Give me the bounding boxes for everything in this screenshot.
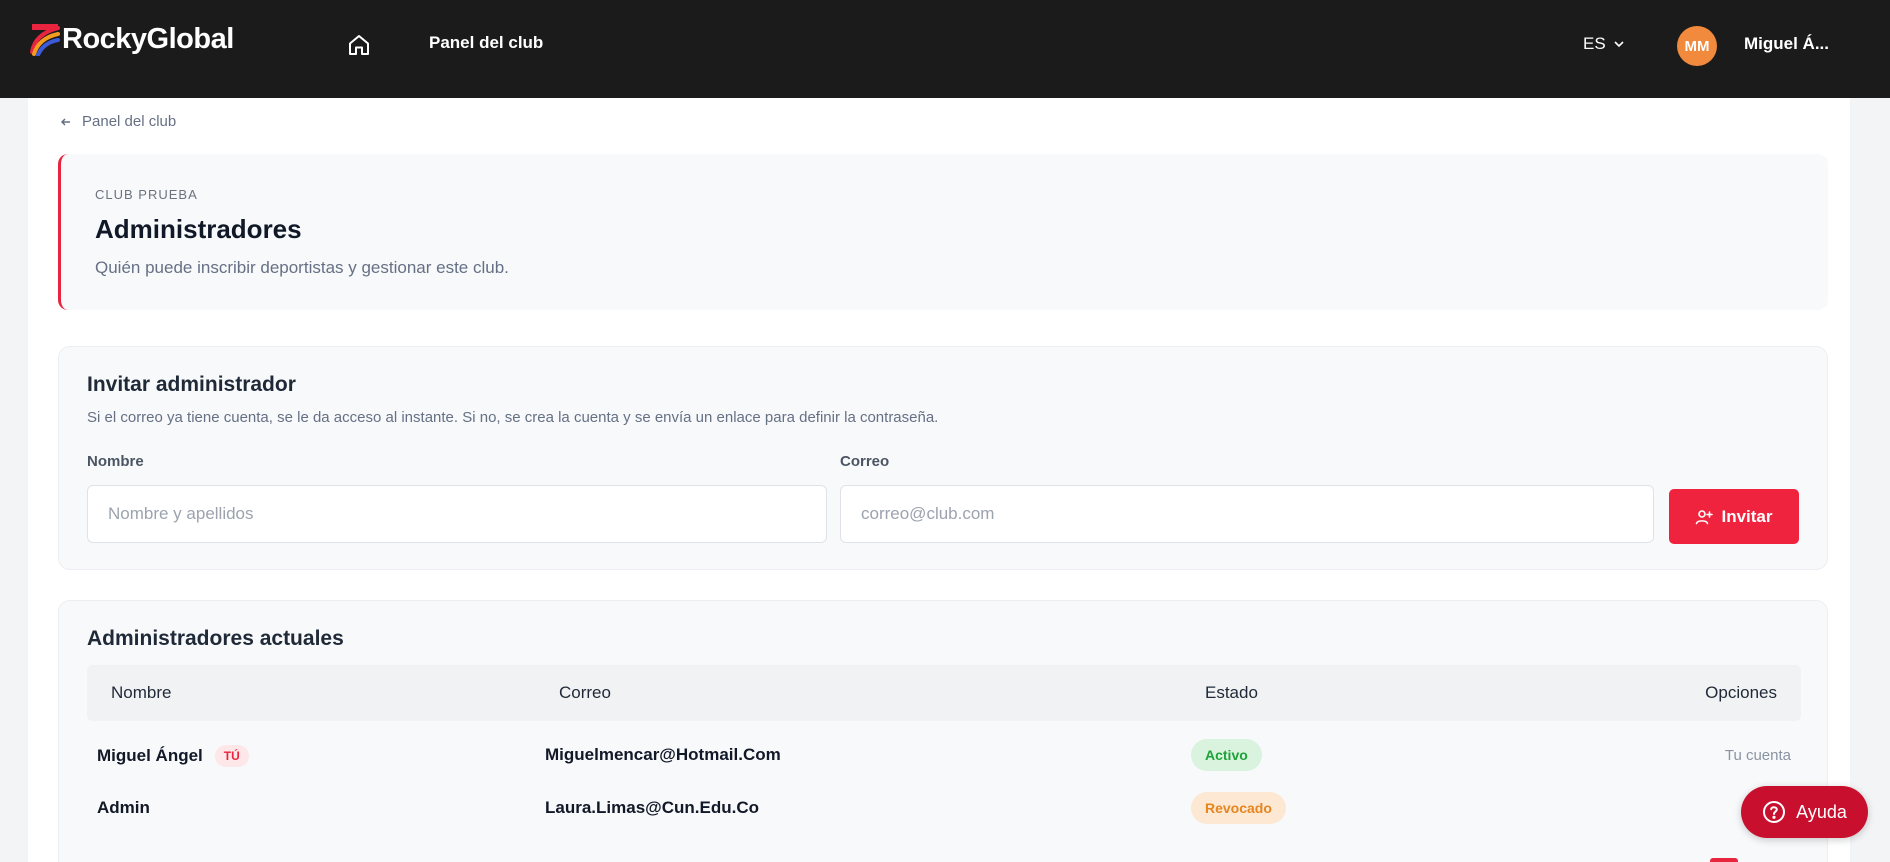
- column-header-options: Opciones: [1705, 683, 1777, 702]
- email-input[interactable]: [840, 485, 1654, 543]
- club-name-eyebrow: CLUB PRUEBA: [95, 187, 198, 202]
- page-header-card: CLUB PRUEBA Administradores Quién puede …: [58, 154, 1828, 310]
- admins-title: Administradores actuales: [87, 627, 344, 650]
- help-circle-icon: [1763, 801, 1786, 823]
- arrow-left-icon: [60, 117, 70, 126]
- current-admins-card: Administradores actuales Nombre Correo E…: [58, 600, 1828, 862]
- page-gutter-right: [1850, 98, 1890, 862]
- page-subtitle: Quién puede inscribir deportistas y gest…: [95, 258, 509, 277]
- user-avatar[interactable]: MM: [1677, 26, 1717, 66]
- help-button[interactable]: Ayuda: [1741, 786, 1868, 838]
- nav-club-panel-link[interactable]: Panel del club: [429, 33, 543, 53]
- table-header: Nombre Correo Estado Opciones: [87, 665, 1801, 721]
- admin-name-text: Admin: [97, 798, 150, 817]
- invite-button[interactable]: Invitar: [1669, 489, 1799, 544]
- rockyglobal-mark-icon: [30, 24, 60, 56]
- chevron-down-icon: [1614, 41, 1624, 48]
- status-badge: Activo: [1191, 739, 1262, 771]
- home-button[interactable]: [344, 30, 374, 60]
- status-badge: Revocado: [1191, 792, 1286, 824]
- page-gutter-left: [0, 98, 28, 862]
- brand-logo[interactable]: RockyGlobal: [30, 22, 234, 56]
- invite-button-label: Invitar: [1721, 506, 1773, 526]
- admin-name: Miguel Ángel TÚ: [97, 745, 249, 767]
- home-icon: [349, 35, 369, 55]
- column-header-status: Estado: [1205, 683, 1258, 702]
- row-action-button-partial[interactable]: [1710, 858, 1738, 862]
- current-user-badge: TÚ: [214, 745, 249, 767]
- language-selector[interactable]: ES: [1583, 34, 1626, 54]
- help-button-label: Ayuda: [1796, 801, 1847, 822]
- table-row: Miguel Ángel TÚ Miguelmencar@Hotmail.Com…: [59, 731, 1829, 779]
- invite-description: Si el correo ya tiene cuenta, se le da a…: [87, 409, 939, 426]
- brand-name: RockyGlobal: [62, 22, 234, 55]
- admin-email: Miguelmencar@Hotmail.Com: [545, 745, 781, 764]
- invite-title: Invitar administrador: [87, 373, 296, 396]
- breadcrumb-back-link[interactable]: Panel del club: [60, 113, 176, 130]
- admin-name-text: Miguel Ángel: [97, 746, 203, 765]
- language-code: ES: [1583, 34, 1606, 53]
- top-navigation-bar: RockyGlobal Panel del club ES MM Miguel …: [0, 0, 1890, 98]
- column-header-name: Nombre: [111, 683, 172, 702]
- admin-option: Tu cuenta: [1724, 747, 1791, 764]
- column-header-email: Correo: [559, 683, 611, 702]
- name-field-label: Nombre: [87, 453, 144, 470]
- breadcrumb-label: Panel del club: [82, 113, 177, 130]
- table-row: Admin Laura.Limas@Cun.Edu.Co Revocado: [59, 784, 1829, 832]
- email-field-label: Correo: [840, 453, 890, 470]
- user-name-menu[interactable]: Miguel Á...: [1744, 34, 1829, 54]
- user-plus-icon: [1696, 509, 1714, 524]
- admin-email: Laura.Limas@Cun.Edu.Co: [545, 798, 759, 817]
- page-title: Administradores: [95, 214, 302, 244]
- name-input[interactable]: [87, 485, 827, 543]
- admin-name: Admin: [97, 798, 150, 818]
- invite-admin-card: Invitar administrador Si el correo ya ti…: [58, 346, 1828, 570]
